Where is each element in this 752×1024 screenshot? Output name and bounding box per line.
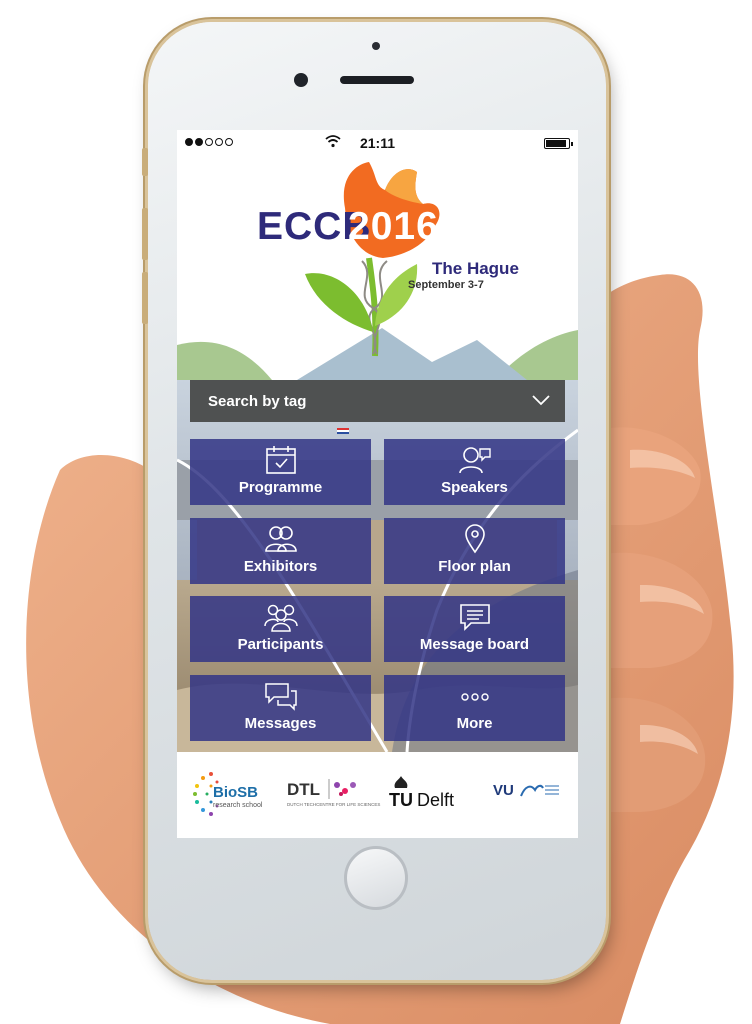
biosb-logo: BioSB research school: [191, 766, 271, 826]
tile-label: Floor plan: [438, 558, 511, 575]
mute-switch[interactable]: [142, 148, 148, 176]
tile-label: More: [456, 715, 493, 732]
tile-message-board[interactable]: Message board: [384, 596, 565, 662]
tile-more[interactable]: More: [384, 675, 565, 741]
exhibitors-icon: [190, 524, 371, 554]
tile-participants[interactable]: Participants: [190, 596, 371, 662]
home-button[interactable]: [344, 846, 408, 910]
tile-programme[interactable]: Programme: [190, 439, 371, 505]
tile-label: Message board: [419, 636, 530, 653]
tile-label: Speakers: [441, 479, 508, 496]
vu-griffin-icon: [520, 784, 559, 797]
participants-icon: [190, 602, 371, 632]
status-bar: 21:11: [177, 130, 578, 156]
tile-messages[interactable]: Messages: [190, 675, 371, 741]
dtl-logo: DTL DUTCH TECHCENTRE FOR LIFE SCIENCES: [287, 779, 381, 820]
battery-icon: [544, 138, 573, 149]
sponsor-footer: BioSB research school DTL DUTCH TECHCENT…: [177, 752, 578, 838]
proximity-sensor: [372, 42, 380, 50]
chevron-down-icon: [532, 395, 550, 406]
message-board-icon: [384, 602, 565, 632]
map-pin-icon: [384, 524, 565, 554]
vu-name: VU: [493, 782, 514, 799]
dtl-name: DTL: [287, 780, 321, 799]
event-dates: September 3-7: [408, 279, 484, 291]
event-city: The Hague: [432, 259, 519, 278]
tile-label: Participants: [237, 636, 324, 653]
calendar-icon: [190, 445, 371, 475]
vu-logo: VU: [493, 782, 563, 812]
volume-up-button[interactable]: [142, 208, 148, 260]
tile-floor-plan[interactable]: Floor plan: [384, 518, 565, 584]
volume-down-button[interactable]: [142, 272, 148, 324]
biosb-tagline: research school: [213, 802, 263, 809]
front-camera: [294, 73, 308, 87]
tile-speakers[interactable]: Speakers: [384, 439, 565, 505]
messages-icon: [190, 681, 371, 711]
tudelft-prefix: TU: [389, 790, 413, 810]
tudelft-flame-icon: [394, 776, 408, 788]
status-time: 21:11: [359, 135, 396, 151]
speakers-icon: [384, 445, 565, 475]
flag-icon: [337, 428, 349, 434]
tile-label: Messages: [244, 715, 317, 732]
more-icon: [384, 681, 565, 711]
tile-exhibitors[interactable]: Exhibitors: [190, 518, 371, 584]
tile-label: Exhibitors: [243, 558, 318, 575]
event-year: 2016: [348, 205, 439, 248]
earpiece-speaker: [340, 76, 414, 84]
biosb-name: BioSB: [213, 784, 258, 801]
dtl-tagline: DUTCH TECHCENTRE FOR LIFE SCIENCES: [287, 802, 381, 807]
dtl-molecule-icon: [328, 779, 356, 799]
tudelft-name: Delft: [417, 790, 455, 810]
search-by-tag-label: Search by tag: [208, 393, 307, 410]
tile-label: Programme: [238, 479, 323, 496]
search-by-tag-dropdown[interactable]: Search by tag: [190, 380, 565, 422]
app-screen: 21:11 ECCB 2016 The Hague September 3-7 …: [177, 130, 578, 838]
tudelft-logo: TU Delft: [389, 776, 473, 816]
